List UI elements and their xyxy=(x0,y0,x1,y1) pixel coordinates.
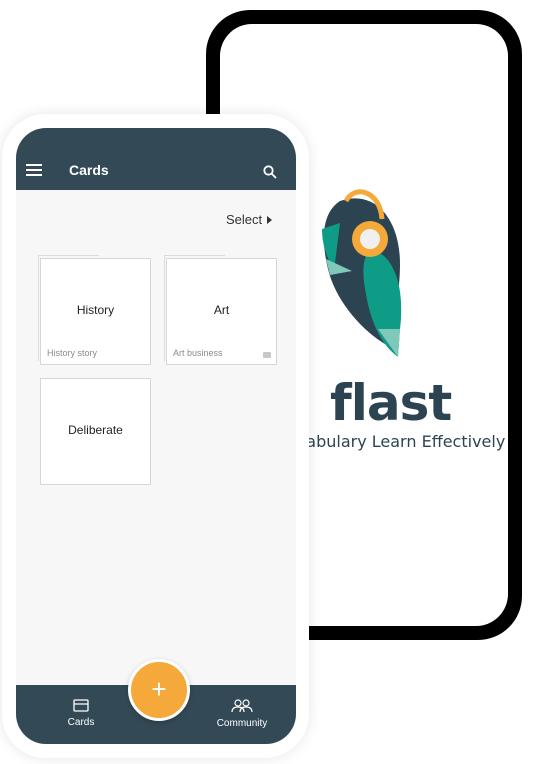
card-title: Art xyxy=(213,303,230,317)
select-label: Select xyxy=(226,212,263,227)
nav-community[interactable]: Community xyxy=(212,699,272,729)
bird-logo-icon xyxy=(322,189,402,357)
nav-cards[interactable]: Cards xyxy=(60,699,102,728)
menu-icon[interactable] xyxy=(26,164,42,176)
app-screen: Cards Select History History story Art A… xyxy=(16,128,296,744)
add-button[interactable]: + xyxy=(128,659,190,721)
page-title: Cards xyxy=(69,162,109,178)
search-icon[interactable] xyxy=(263,165,277,179)
card-deliberate[interactable]: Deliberate xyxy=(40,378,151,485)
cards-icon xyxy=(73,699,89,712)
select-button[interactable]: Select xyxy=(226,212,273,227)
nav-community-label: Community xyxy=(216,718,268,729)
app-bar: Cards xyxy=(16,128,296,190)
brand-name: flast xyxy=(330,374,452,432)
card-title: Deliberate xyxy=(68,423,123,437)
card-subtitle: History story xyxy=(47,348,98,358)
folder-icon xyxy=(263,352,271,358)
community-icon xyxy=(231,699,253,713)
card-subtitle: Art business xyxy=(173,348,223,358)
card-title: History xyxy=(76,303,115,317)
card-history[interactable]: History History story xyxy=(38,255,151,365)
card-art[interactable]: Art Art business xyxy=(164,255,277,365)
tagline: Vocabulary Learn Effectively xyxy=(278,432,506,451)
caret-right-icon xyxy=(267,215,273,224)
nav-cards-label: Cards xyxy=(67,717,95,728)
